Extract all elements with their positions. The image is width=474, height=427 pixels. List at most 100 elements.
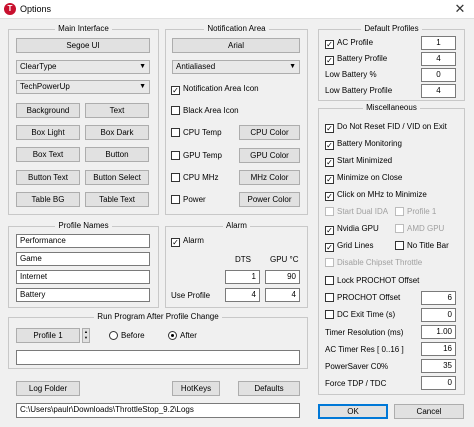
box-text-color-button[interactable]: Box Text — [16, 147, 80, 162]
use-profile-dts-input[interactable]: 4 — [225, 288, 260, 302]
checkbox-icon — [325, 258, 334, 267]
nvidia-gpu-checkbox[interactable]: ✓ Nvidia GPU — [325, 224, 379, 235]
title-bar: T Options ✕ — [0, 0, 474, 19]
grid-lines-checkbox[interactable]: ✓ Grid Lines — [325, 241, 373, 252]
table-text-color-button[interactable]: Table Text — [85, 192, 149, 207]
ac-profile-checkbox[interactable]: ✓ AC Profile — [325, 38, 373, 49]
profile-name-1-input[interactable]: Performance — [16, 234, 150, 248]
hotkeys-button[interactable]: HotKeys — [172, 381, 220, 396]
checkmark-icon: ✓ — [325, 192, 334, 201]
cpu-temp-checkbox[interactable]: CPU Temp — [171, 128, 222, 138]
alarm-gpu-input[interactable]: 90 — [265, 270, 300, 284]
button-color-button[interactable]: Button — [85, 147, 149, 162]
profile-1-checkbox[interactable]: Profile 1 — [395, 207, 436, 217]
profile-1-label: Profile 1 — [407, 207, 437, 216]
checkmark-icon: ✓ — [325, 243, 334, 252]
profile-spinner[interactable]: ▲ ▼ — [82, 328, 90, 343]
background-color-button[interactable]: Background — [16, 103, 80, 118]
notification-area-icon-checkbox[interactable]: ✓ Notification Area Icon — [171, 84, 259, 95]
do-not-reset-fid-vid-checkbox[interactable]: ✓ Do Not Reset FID / VID on Exit — [325, 122, 447, 133]
dc-exit-time-checkbox[interactable]: DC Exit Time (s) — [325, 310, 395, 320]
lock-prochot-offset-label: Lock PROCHOT Offset — [337, 276, 420, 285]
low-battery-profile-input[interactable]: 4 — [421, 84, 456, 98]
gpu-color-button[interactable]: GPU Color — [239, 148, 300, 163]
profile-name-3-input[interactable]: Internet — [16, 270, 150, 284]
ac-timer-res-input[interactable]: 16 — [421, 342, 456, 356]
main-interface-title: Main Interface — [55, 24, 112, 33]
black-area-icon-checkbox[interactable]: Black Area Icon — [171, 106, 239, 116]
black-area-icon-label: Black Area Icon — [183, 106, 239, 115]
cpu-mhz-checkbox[interactable]: CPU MHz — [171, 173, 219, 183]
before-label: Before — [121, 331, 145, 340]
prochot-offset-input[interactable]: 6 — [421, 291, 456, 305]
low-battery-percent-input[interactable]: 0 — [421, 68, 456, 82]
checkmark-icon: ✓ — [171, 86, 180, 95]
dc-exit-time-input[interactable]: 0 — [421, 308, 456, 322]
defaults-button[interactable]: Defaults — [238, 381, 300, 396]
table-bg-color-button[interactable]: Table BG — [16, 192, 80, 207]
profile-name-2-input[interactable]: Game — [16, 252, 150, 266]
low-battery-percent-label: Low Battery % — [325, 70, 377, 79]
cpu-mhz-label: CPU MHz — [183, 173, 219, 182]
mhz-color-button[interactable]: MHz Color — [239, 170, 300, 185]
powersaver-c0-input[interactable]: 35 — [421, 359, 456, 373]
amd-gpu-label: AMD GPU — [407, 224, 445, 233]
notification-font-button[interactable]: Arial — [172, 38, 300, 53]
box-light-color-button[interactable]: Box Light — [16, 125, 80, 140]
checkbox-icon — [171, 151, 180, 160]
spin-down-icon[interactable]: ▼ — [83, 335, 89, 341]
close-icon[interactable]: ✕ — [446, 0, 474, 19]
cancel-button[interactable]: Cancel — [394, 404, 464, 419]
force-tdp-tdc-input[interactable]: 0 — [421, 376, 456, 390]
log-path-input[interactable]: C:\Users\paulr\Downloads\ThrottleStop_9.… — [16, 403, 300, 418]
click-mhz-minimize-checkbox[interactable]: ✓ Click on MHz to Minimize — [325, 190, 427, 201]
use-profile-gpu-input[interactable]: 4 — [265, 288, 300, 302]
after-radio[interactable]: After — [168, 331, 197, 341]
checkbox-icon — [395, 241, 404, 250]
prochot-offset-checkbox[interactable]: PROCHOT Offset — [325, 293, 400, 303]
checkmark-icon: ✓ — [325, 175, 334, 184]
force-tdp-tdc-label: Force TDP / TDC — [325, 379, 387, 388]
alarm-dts-input[interactable]: 1 — [225, 270, 260, 284]
main-theme-select[interactable]: TechPowerUp ▼ — [16, 80, 150, 94]
button-select-color-button[interactable]: Button Select — [85, 170, 149, 185]
power-checkbox[interactable]: Power — [171, 195, 206, 205]
start-dual-ida-checkbox[interactable]: Start Dual IDA — [325, 207, 388, 217]
main-font-button[interactable]: Segoe UI — [16, 38, 150, 53]
checkmark-icon: ✓ — [325, 226, 334, 235]
battery-monitoring-label: Battery Monitoring — [337, 139, 402, 148]
start-minimized-checkbox[interactable]: ✓ Start Minimized — [325, 156, 392, 167]
gpu-temp-checkbox[interactable]: GPU Temp — [171, 151, 222, 161]
alarm-checkbox[interactable]: ✓ Alarm — [171, 236, 204, 247]
start-minimized-label: Start Minimized — [337, 156, 393, 165]
text-color-button[interactable]: Text — [85, 103, 149, 118]
ok-button[interactable]: OK — [318, 404, 388, 419]
disable-chipset-throttle-checkbox[interactable]: Disable Chipset Throttle — [325, 258, 422, 268]
radio-selected-icon — [168, 331, 177, 340]
log-folder-button[interactable]: Log Folder — [16, 381, 80, 396]
battery-profile-input[interactable]: 4 — [421, 52, 456, 66]
amd-gpu-checkbox[interactable]: AMD GPU — [395, 224, 444, 234]
button-text-color-button[interactable]: Button Text — [16, 170, 80, 185]
lock-prochot-offset-checkbox[interactable]: Lock PROCHOT Offset — [325, 276, 419, 286]
timer-resolution-input[interactable]: 1.00 — [421, 325, 456, 339]
profile-name-4-input[interactable]: Battery — [16, 288, 150, 302]
cpu-color-button[interactable]: CPU Color — [239, 125, 300, 140]
no-title-bar-checkbox[interactable]: No Title Bar — [395, 241, 449, 251]
notification-text-mode-value: Antialiased — [176, 62, 216, 71]
run-program-profile-button[interactable]: Profile 1 — [16, 328, 80, 343]
prochot-offset-label: PROCHOT Offset — [337, 293, 401, 302]
notification-text-mode-select[interactable]: Antialiased ▼ — [172, 60, 300, 74]
power-label: Power — [183, 195, 206, 204]
power-color-button[interactable]: Power Color — [239, 192, 300, 207]
run-program-path-input[interactable] — [16, 350, 300, 365]
battery-monitoring-checkbox[interactable]: ✓ Battery Monitoring — [325, 139, 402, 150]
battery-profile-checkbox[interactable]: ✓ Battery Profile — [325, 54, 387, 65]
box-dark-color-button[interactable]: Box Dark — [85, 125, 149, 140]
main-text-mode-select[interactable]: ClearType ▼ — [16, 60, 150, 74]
before-radio[interactable]: Before — [109, 331, 145, 341]
checkmark-icon: ✓ — [325, 56, 334, 65]
minimize-on-close-checkbox[interactable]: ✓ Minimize on Close — [325, 173, 402, 184]
ac-profile-input[interactable]: 1 — [421, 36, 456, 50]
dc-exit-time-label: DC Exit Time (s) — [337, 310, 396, 319]
